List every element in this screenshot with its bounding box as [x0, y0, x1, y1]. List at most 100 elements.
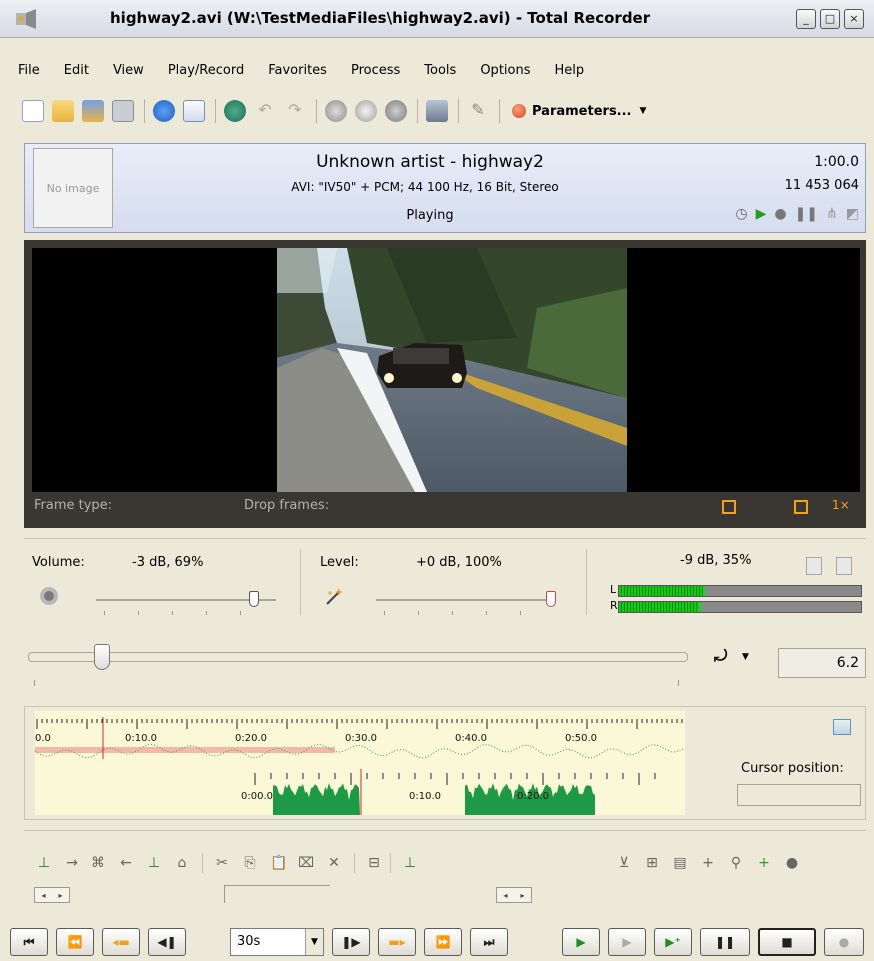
back-marker-button[interactable]: ◂▬ — [102, 928, 140, 956]
add-green-marker-icon[interactable]: + — [756, 855, 772, 873]
menu-play-record[interactable]: Play/Record — [168, 63, 244, 78]
arrow-right-icon[interactable]: ▸ — [520, 891, 524, 900]
menu-edit[interactable]: Edit — [64, 63, 89, 78]
open-icon[interactable] — [52, 100, 74, 122]
menu-favorites[interactable]: Favorites — [268, 63, 327, 78]
set-end-icon[interactable]: ⊥ — [146, 855, 162, 873]
redo-icon[interactable]: ↷ — [284, 100, 306, 122]
tools-icon[interactable]: ✎ — [467, 100, 489, 122]
copy-icon[interactable]: ⎘ — [242, 855, 258, 873]
move-left-icon[interactable]: ← — [118, 855, 134, 873]
marker-scroll[interactable] — [224, 885, 330, 903]
chevron-down-icon[interactable]: ▼ — [305, 929, 323, 955]
marker-table-icon[interactable]: ▤ — [672, 855, 688, 873]
maximize-icon[interactable]: □ — [820, 9, 840, 29]
step-forward-button[interactable]: ❚▶ — [332, 928, 370, 956]
play-selection-button[interactable]: ▶ — [562, 928, 600, 956]
trim-icon[interactable]: ✕ — [326, 855, 342, 873]
arrow-left-icon[interactable]: ◂ — [503, 891, 507, 900]
move-right-icon[interactable]: → — [64, 855, 80, 873]
zoom-level[interactable]: 1× — [832, 498, 850, 512]
interval-select[interactable]: 30s ▼ — [230, 928, 324, 956]
set-start-icon[interactable]: ⊥ — [36, 855, 52, 873]
level-slider-track[interactable] — [376, 599, 556, 601]
menu-options[interactable]: Options — [480, 63, 530, 78]
video-display[interactable] — [32, 248, 860, 492]
meter-value: -9 dB, 35% — [680, 553, 752, 568]
undo-icon[interactable]: ↶ — [254, 100, 276, 122]
remove-marker-icon[interactable]: ⊻ — [616, 855, 632, 873]
marker-list-icon[interactable]: ⊞ — [644, 855, 660, 873]
minimize-icon[interactable]: _ — [796, 9, 816, 29]
transport-bar: ⏮ ⏪ ◂▬ ◀❚ 30s ▼ ❚▶ ▬▸ ⏩ ⏭ ▶ ▶ ▶⁺ ❚❚ ■ ● — [0, 924, 874, 958]
clock-icon[interactable]: ◷ — [735, 206, 747, 222]
info-icon[interactable] — [153, 100, 175, 122]
menu-help[interactable]: Help — [555, 63, 585, 78]
cursor-position-field[interactable] — [737, 784, 861, 806]
play-button[interactable]: ▶ — [608, 928, 646, 956]
split-icon[interactable]: ⋔ — [826, 206, 838, 222]
marker-icon[interactable]: ⊥ — [402, 855, 418, 873]
waveform-view[interactable]: 0.0 0:10.0 0:20.0 0:30.0 0:40.0 0:50.0 0:00.0 0… — [35, 711, 685, 815]
loop-icon[interactable]: ⤾ — [714, 646, 727, 666]
meter-settings-icon[interactable] — [806, 557, 822, 575]
menu-file[interactable]: File — [18, 63, 40, 78]
meter-info-icon[interactable] — [836, 557, 852, 575]
find-icon[interactable]: ⚲ — [728, 855, 744, 873]
speed-value[interactable]: 6.2 — [778, 648, 866, 678]
chevron-down-icon[interactable]: ▼ — [742, 652, 749, 662]
position-slider-thumb[interactable] — [94, 644, 110, 670]
stop-icon[interactable] — [385, 100, 407, 122]
play-icon[interactable]: ▶ — [756, 206, 767, 222]
arrow-left-icon[interactable]: ◂ — [41, 891, 45, 900]
right-scroll-spin[interactable]: ◂ ▸ — [496, 887, 532, 903]
record-button[interactable]: ● — [824, 928, 864, 956]
left-scroll-spin[interactable]: ◂ ▸ — [34, 887, 70, 903]
rewind-button[interactable]: ⏪ — [56, 928, 94, 956]
menu-tools[interactable]: Tools — [424, 63, 456, 78]
frame-type-label: Frame type: — [34, 498, 113, 513]
magic-wand-icon[interactable] — [324, 585, 346, 607]
go-end-button[interactable]: ⏭ — [470, 928, 508, 956]
scheduler-icon[interactable] — [355, 100, 377, 122]
video-mode-icon[interactable] — [722, 500, 736, 514]
menu-process[interactable]: Process — [351, 63, 400, 78]
open-folder-icon[interactable] — [82, 100, 104, 122]
cut-icon[interactable]: ✂ — [214, 855, 230, 873]
add-marker-icon[interactable]: + — [700, 855, 716, 873]
pause-icon[interactable]: ❚❚ — [795, 206, 818, 222]
volume-slider-thumb[interactable] — [249, 591, 260, 607]
record-settings-icon[interactable] — [325, 100, 347, 122]
title-bar[interactable]: highway2.avi (W:\TestMediaFiles\highway2… — [0, 0, 874, 38]
bookmark-icon[interactable]: ⌘ — [90, 855, 106, 873]
refresh-icon[interactable] — [224, 100, 246, 122]
pause-button[interactable]: ❚❚ — [700, 928, 750, 956]
paste-icon[interactable]: 📋 — [270, 855, 287, 873]
speaker-icon[interactable] — [38, 585, 60, 607]
fullscreen-icon[interactable] — [794, 500, 808, 514]
arrow-right-icon[interactable]: ▸ — [58, 891, 62, 900]
level-slider-thumb[interactable] — [546, 591, 556, 607]
menu-view[interactable]: View — [113, 63, 144, 78]
loop-region-icon[interactable]: ⌂ — [174, 855, 190, 873]
tick — [34, 680, 35, 686]
waveform-options-icon[interactable] — [833, 719, 851, 735]
fast-forward-button[interactable]: ⏩ — [424, 928, 462, 956]
edit-tags-icon[interactable] — [183, 100, 205, 122]
record-icon[interactable]: ● — [774, 206, 786, 222]
settings-icon[interactable] — [426, 100, 448, 122]
forward-marker-button[interactable]: ▬▸ — [378, 928, 416, 956]
new-icon[interactable] — [22, 100, 44, 122]
stop-button[interactable]: ■ — [758, 928, 816, 956]
delete-icon[interactable]: ⌧ — [298, 855, 314, 873]
close-icon[interactable]: × — [844, 9, 864, 29]
save-icon[interactable] — [112, 100, 134, 122]
split-track-icon[interactable]: ⊟ — [366, 855, 382, 873]
go-start-button[interactable]: ⏮ — [10, 928, 48, 956]
parameters-button[interactable]: Parameters... ▼ — [512, 104, 646, 119]
step-back-button[interactable]: ◀❚ — [148, 928, 186, 956]
play-from-cursor-button[interactable]: ▶⁺ — [654, 928, 692, 956]
record-marker-icon[interactable]: ● — [784, 855, 800, 873]
edit-icon[interactable]: ◩ — [846, 206, 859, 222]
position-slider-track[interactable] — [28, 652, 688, 662]
